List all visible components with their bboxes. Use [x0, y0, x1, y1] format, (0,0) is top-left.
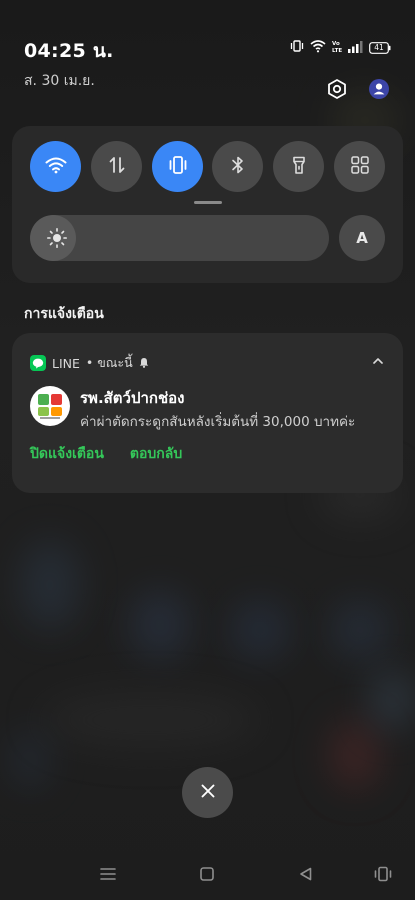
settings-icon[interactable] [325, 77, 349, 101]
panel-drag-handle[interactable] [194, 201, 222, 204]
status-bar: 04:25 น. ส. 30 เม.ย. Vo LTE 41 [0, 0, 415, 110]
back-button[interactable] [295, 865, 317, 887]
notification-message: ค่าผ่าตัดกระดูกสันหลังเริ่มต้นที่ 30,000… [80, 414, 356, 430]
battery-icon: 41 [369, 41, 391, 54]
notification-header: LINE • ขณะนี้ [30, 353, 149, 373]
close-icon [200, 783, 216, 803]
notification-app-name: LINE [52, 355, 80, 371]
wifi-icon [45, 156, 67, 178]
reply-button[interactable]: ตอบกลับ [130, 443, 182, 465]
mute-notification-button[interactable]: ปิดแจ้งเตือน [30, 443, 104, 465]
navigation-bar [0, 852, 415, 900]
notification-actions: ปิดแจ้งเตือน ตอบกลับ [30, 443, 182, 465]
home-square-icon [199, 866, 215, 886]
grid-icon [350, 155, 370, 179]
user-account-icon[interactable] [367, 77, 391, 101]
clear-notifications-button[interactable] [182, 767, 233, 818]
signal-icon [348, 38, 363, 57]
brightness-icon [46, 227, 68, 249]
notification-title: รพ.สัตว์ปากช่อง [80, 389, 185, 407]
notification-card[interactable]: LINE • ขณะนี้ รพ.สัตว์ปากช่อง ค่าผ่าตัดก… [12, 333, 403, 493]
flashlight-icon [291, 155, 307, 179]
notifications-section-title: การแจ้งเตือน [24, 306, 104, 322]
battery-level: 41 [374, 42, 384, 52]
svg-text:Vo: Vo [332, 41, 340, 47]
brightness-slider[interactable] [30, 215, 329, 261]
recents-button[interactable] [97, 865, 119, 887]
line-app-icon [30, 355, 46, 371]
mobile-data-toggle[interactable] [91, 141, 142, 192]
screen-rotate-button[interactable] [372, 865, 394, 887]
date: ส. 30 เม.ย. [24, 73, 95, 89]
sender-avatar [30, 386, 70, 426]
bell-icon [139, 356, 149, 371]
bluetooth-icon [230, 155, 246, 179]
flashlight-toggle[interactable] [273, 141, 324, 192]
wifi-toggle[interactable] [30, 141, 81, 192]
auto-brightness-button[interactable]: A [339, 215, 385, 261]
rotate-phone-icon [373, 866, 393, 886]
chevron-up-icon[interactable] [371, 353, 385, 367]
system-icons: Vo LTE 41 [290, 38, 391, 57]
volte-icon: Vo LTE [332, 38, 342, 57]
bluetooth-toggle[interactable] [212, 141, 263, 192]
vibrate-icon [290, 38, 304, 57]
notification-time: • ขณะนี้ [85, 355, 133, 370]
wifi-icon [310, 38, 326, 57]
more-tiles-toggle[interactable] [334, 141, 385, 192]
home-button[interactable] [196, 865, 218, 887]
svg-text:LTE: LTE [332, 48, 342, 53]
menu-icon [99, 866, 117, 886]
vibrate-toggle[interactable] [152, 141, 203, 192]
vibrate-icon [167, 154, 189, 180]
data-transfer-icon [107, 155, 127, 179]
header-actions [325, 77, 391, 101]
clock: 04:25 น. [24, 40, 114, 62]
quick-settings-panel: A [12, 126, 403, 283]
back-triangle-icon [298, 866, 314, 886]
